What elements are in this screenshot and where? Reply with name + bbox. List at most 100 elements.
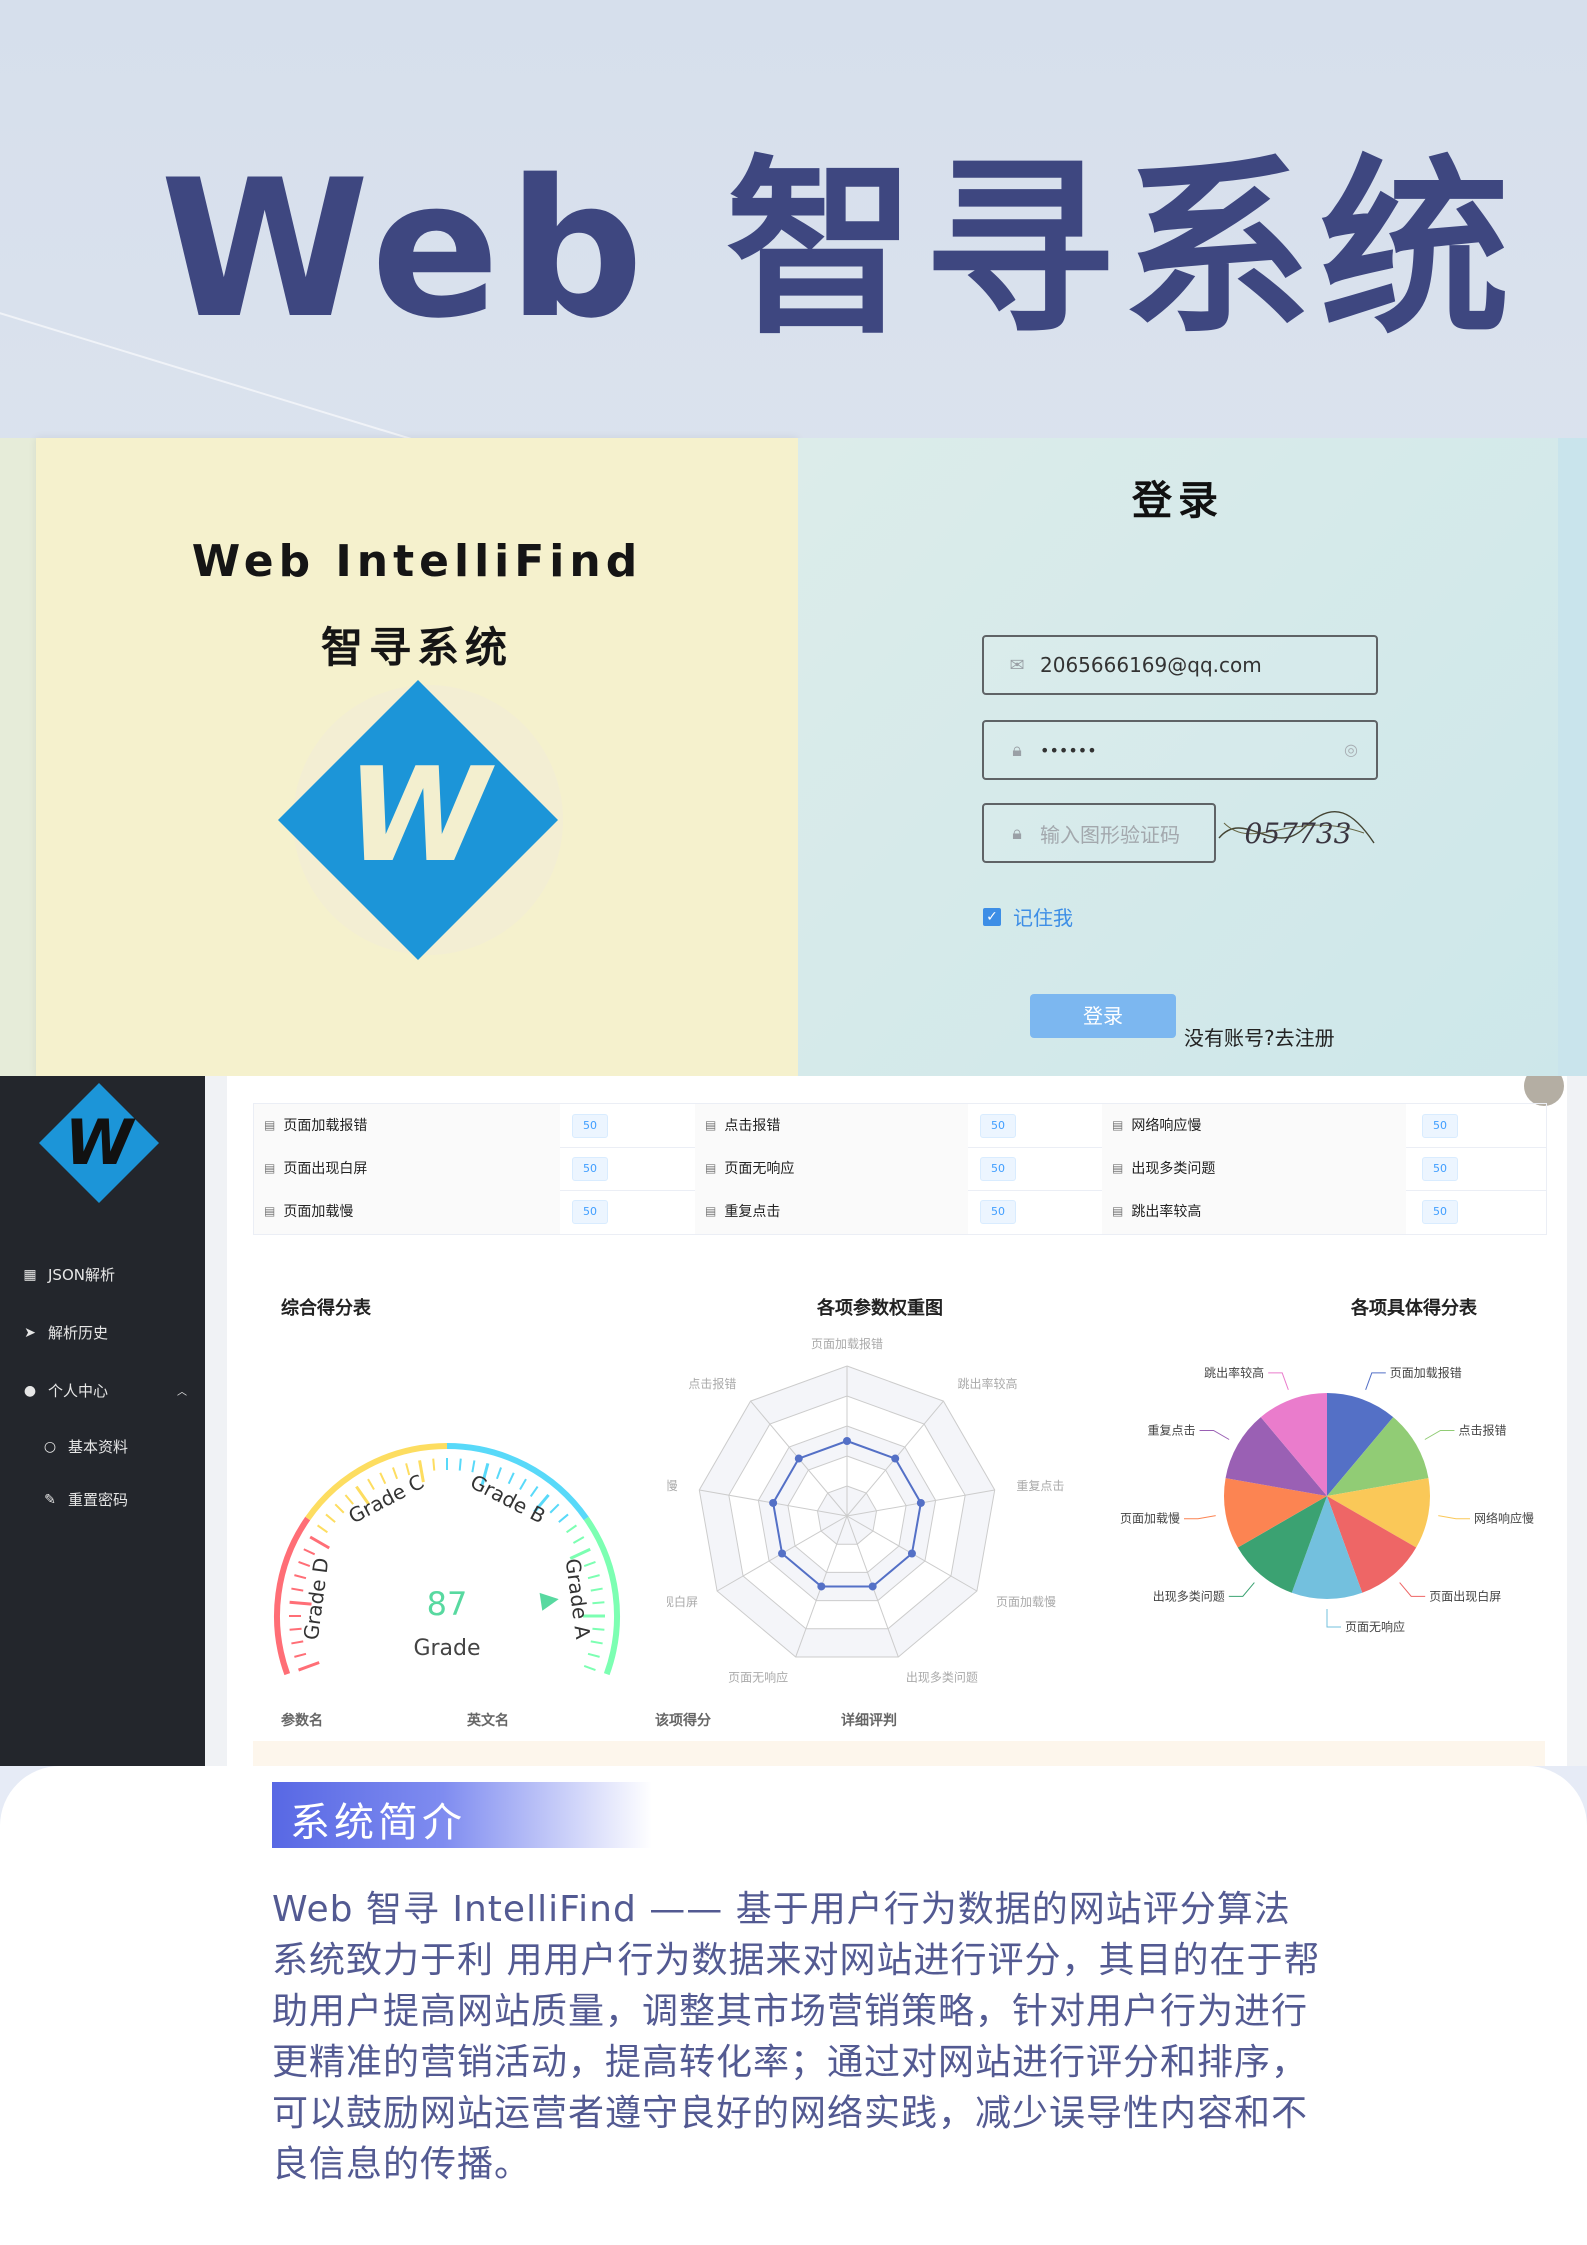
user-outline-icon: ○: [43, 1438, 57, 1455]
gauge-tick: [317, 1524, 328, 1534]
score-tag: 50: [572, 1157, 608, 1181]
gauge-title: 综合得分表: [281, 1298, 371, 1319]
document-icon: ▤: [1112, 1118, 1124, 1132]
gauge-value: 87: [427, 1585, 468, 1623]
main-area: ▤ 页面加载报错 50 ▤ 点击报错 50 ▤ 网络响应慢 50 ▤ 页面出现白屏 50…: [205, 1076, 1587, 1766]
gauge-tick: [367, 1478, 375, 1491]
pie-leader-line: [1228, 1582, 1255, 1597]
gauge-tick: [583, 1664, 596, 1671]
document-icon: ▤: [1112, 1204, 1124, 1218]
sidebar-item-basic-info[interactable]: ○ 基本资料: [42, 1436, 128, 1457]
content-panel: ▤ 页面加载报错 50 ▤ 点击报错 50 ▤ 网络响应慢 50 ▤ 页面出现白屏 50…: [227, 1076, 1567, 1766]
gauge-tick: [590, 1587, 603, 1592]
register-link[interactable]: 没有账号?去注册: [1184, 1022, 1335, 1051]
remember-me[interactable]: ✓ 记住我: [983, 902, 1073, 931]
radar-indicator-label: 页面加载慢: [996, 1595, 1056, 1609]
radar-point: [769, 1498, 778, 1507]
metric-name: ▤ 页面加载报错: [264, 1118, 368, 1134]
document-icon: ▤: [264, 1204, 276, 1218]
login-form-panel: 登录 ✉ 2065666169@qq.com 🔒︎ •••••• ◎ 🔒︎ 输入…: [798, 438, 1558, 1076]
gauge-tick: [294, 1574, 307, 1580]
pie-chart: 页面加载报错点击报错网络响应慢页面出现白屏页面无响应 出现多类问题 页面加载慢 重复点…: [1120, 1365, 1534, 1634]
radar-indicator-label: 点击报错: [688, 1376, 736, 1391]
avatar[interactable]: [1524, 1076, 1564, 1106]
captcha-image[interactable]: 057733: [1214, 803, 1380, 863]
radar-indicator-label: 跳出率较高: [958, 1376, 1018, 1391]
pie-label: 跳出率较高: [1204, 1365, 1264, 1380]
gauge-tick: [592, 1601, 605, 1605]
metric-name: ▤ 出现多类问题: [1112, 1161, 1216, 1177]
gauge-tick: [587, 1574, 600, 1580]
brand-logo: W: [278, 680, 563, 960]
metric-name: ▤ 页面出现白屏: [264, 1161, 368, 1177]
gauge-arc: [274, 1516, 311, 1676]
score-tag: 50: [1422, 1157, 1458, 1181]
edit-icon: ✎: [44, 1491, 56, 1508]
table-header: 该项得分: [655, 1713, 711, 1729]
gauge-tick: [379, 1472, 387, 1485]
document-icon: ▤: [264, 1118, 276, 1132]
password-field[interactable]: 🔒︎ •••••• ◎: [982, 720, 1378, 780]
lock-icon: 🔒︎: [1012, 822, 1022, 844]
document-icon: ▤: [264, 1161, 276, 1175]
gauge-tick: [558, 1513, 569, 1523]
radar-point: [843, 1437, 851, 1445]
score-tag: 50: [1422, 1200, 1458, 1224]
remember-label: 记住我: [1013, 906, 1073, 930]
captcha-placeholder: 输入图形验证码: [1040, 822, 1180, 847]
sidebar-item-history[interactable]: ➤ 解析历史: [22, 1322, 108, 1343]
gauge-tick: [587, 1652, 600, 1658]
pie-leader-line: [1326, 1609, 1341, 1628]
pie-leader-line: [1365, 1372, 1386, 1390]
password-value: ••••••: [1040, 740, 1097, 760]
pie-label: 页面无响应: [1345, 1619, 1405, 1634]
sidebar-item-reset-password[interactable]: ✎ 重置密码: [42, 1489, 128, 1510]
radar-indicator-label: 网络响应慢: [667, 1478, 678, 1493]
gauge-unit: Grade: [413, 1636, 480, 1661]
radar-point: [907, 1549, 916, 1558]
sidebar-item-label: 基本资料: [68, 1438, 129, 1456]
gauge-tick: [471, 1460, 476, 1473]
document-icon: ▤: [705, 1204, 717, 1218]
sidebar-item-json[interactable]: ▦ JSON解析: [22, 1264, 115, 1285]
radar-point: [868, 1582, 877, 1591]
gauge-tick: [298, 1661, 320, 1672]
chevron-up-icon: ︿: [177, 1387, 187, 1398]
captcha-text: 057733: [1245, 817, 1352, 850]
lock-icon: 🔒︎: [1012, 739, 1022, 761]
gauge-tick: [325, 1513, 336, 1523]
login-button[interactable]: 登录: [1030, 994, 1176, 1038]
gauge-arc: [583, 1516, 620, 1676]
checkbox-checked-icon[interactable]: ✓: [983, 907, 1001, 926]
document-icon: ▤: [705, 1118, 717, 1132]
brand-name-cn: 智寻系统: [320, 623, 513, 672]
gauge-pointer: [539, 1592, 559, 1611]
sidebar-item-profile[interactable]: ● 个人中心 ︿: [22, 1380, 187, 1401]
pie-label: 页面加载报错: [1390, 1365, 1462, 1380]
pie-label: 网络响应慢: [1474, 1511, 1534, 1526]
login-edge: [1558, 438, 1587, 1076]
eye-hidden-icon[interactable]: ◎: [1344, 740, 1358, 759]
gauge-label-a: Grade A: [561, 1557, 595, 1641]
sidebar-item-label: 个人中心: [48, 1382, 109, 1400]
user-icon: ●: [23, 1382, 37, 1399]
table-row[interactable]: [253, 1741, 1545, 1766]
send-icon: ➤: [24, 1324, 36, 1341]
gauge-tick: [590, 1640, 603, 1645]
gauge-label-b: Grade B: [466, 1470, 549, 1529]
grid-icon: ▦: [23, 1266, 37, 1283]
mail-icon: ✉: [1009, 654, 1025, 676]
gauge-label-d: Grade D: [299, 1556, 334, 1641]
gauge-tick: [309, 1535, 330, 1550]
pie-label: 页面出现白屏: [1429, 1588, 1501, 1603]
pie-label: 点击报错: [1458, 1423, 1506, 1438]
pie-leader-line: [1199, 1430, 1230, 1440]
captcha-input[interactable]: 🔒︎ 输入图形验证码: [982, 803, 1216, 863]
gauge-tick: [291, 1640, 304, 1645]
login-title: 登录: [1132, 478, 1224, 524]
pie-leader-line: [1438, 1515, 1471, 1520]
email-field[interactable]: ✉ 2065666169@qq.com: [982, 635, 1378, 695]
intro-section: 系统简介 Web 智寻 IntelliFind —— 基于用户行为数据的网站评分…: [0, 1766, 1587, 2245]
hero-title: Web 智寻系统: [160, 139, 1518, 360]
radar-indicator-label: 重复点击: [1016, 1479, 1064, 1493]
